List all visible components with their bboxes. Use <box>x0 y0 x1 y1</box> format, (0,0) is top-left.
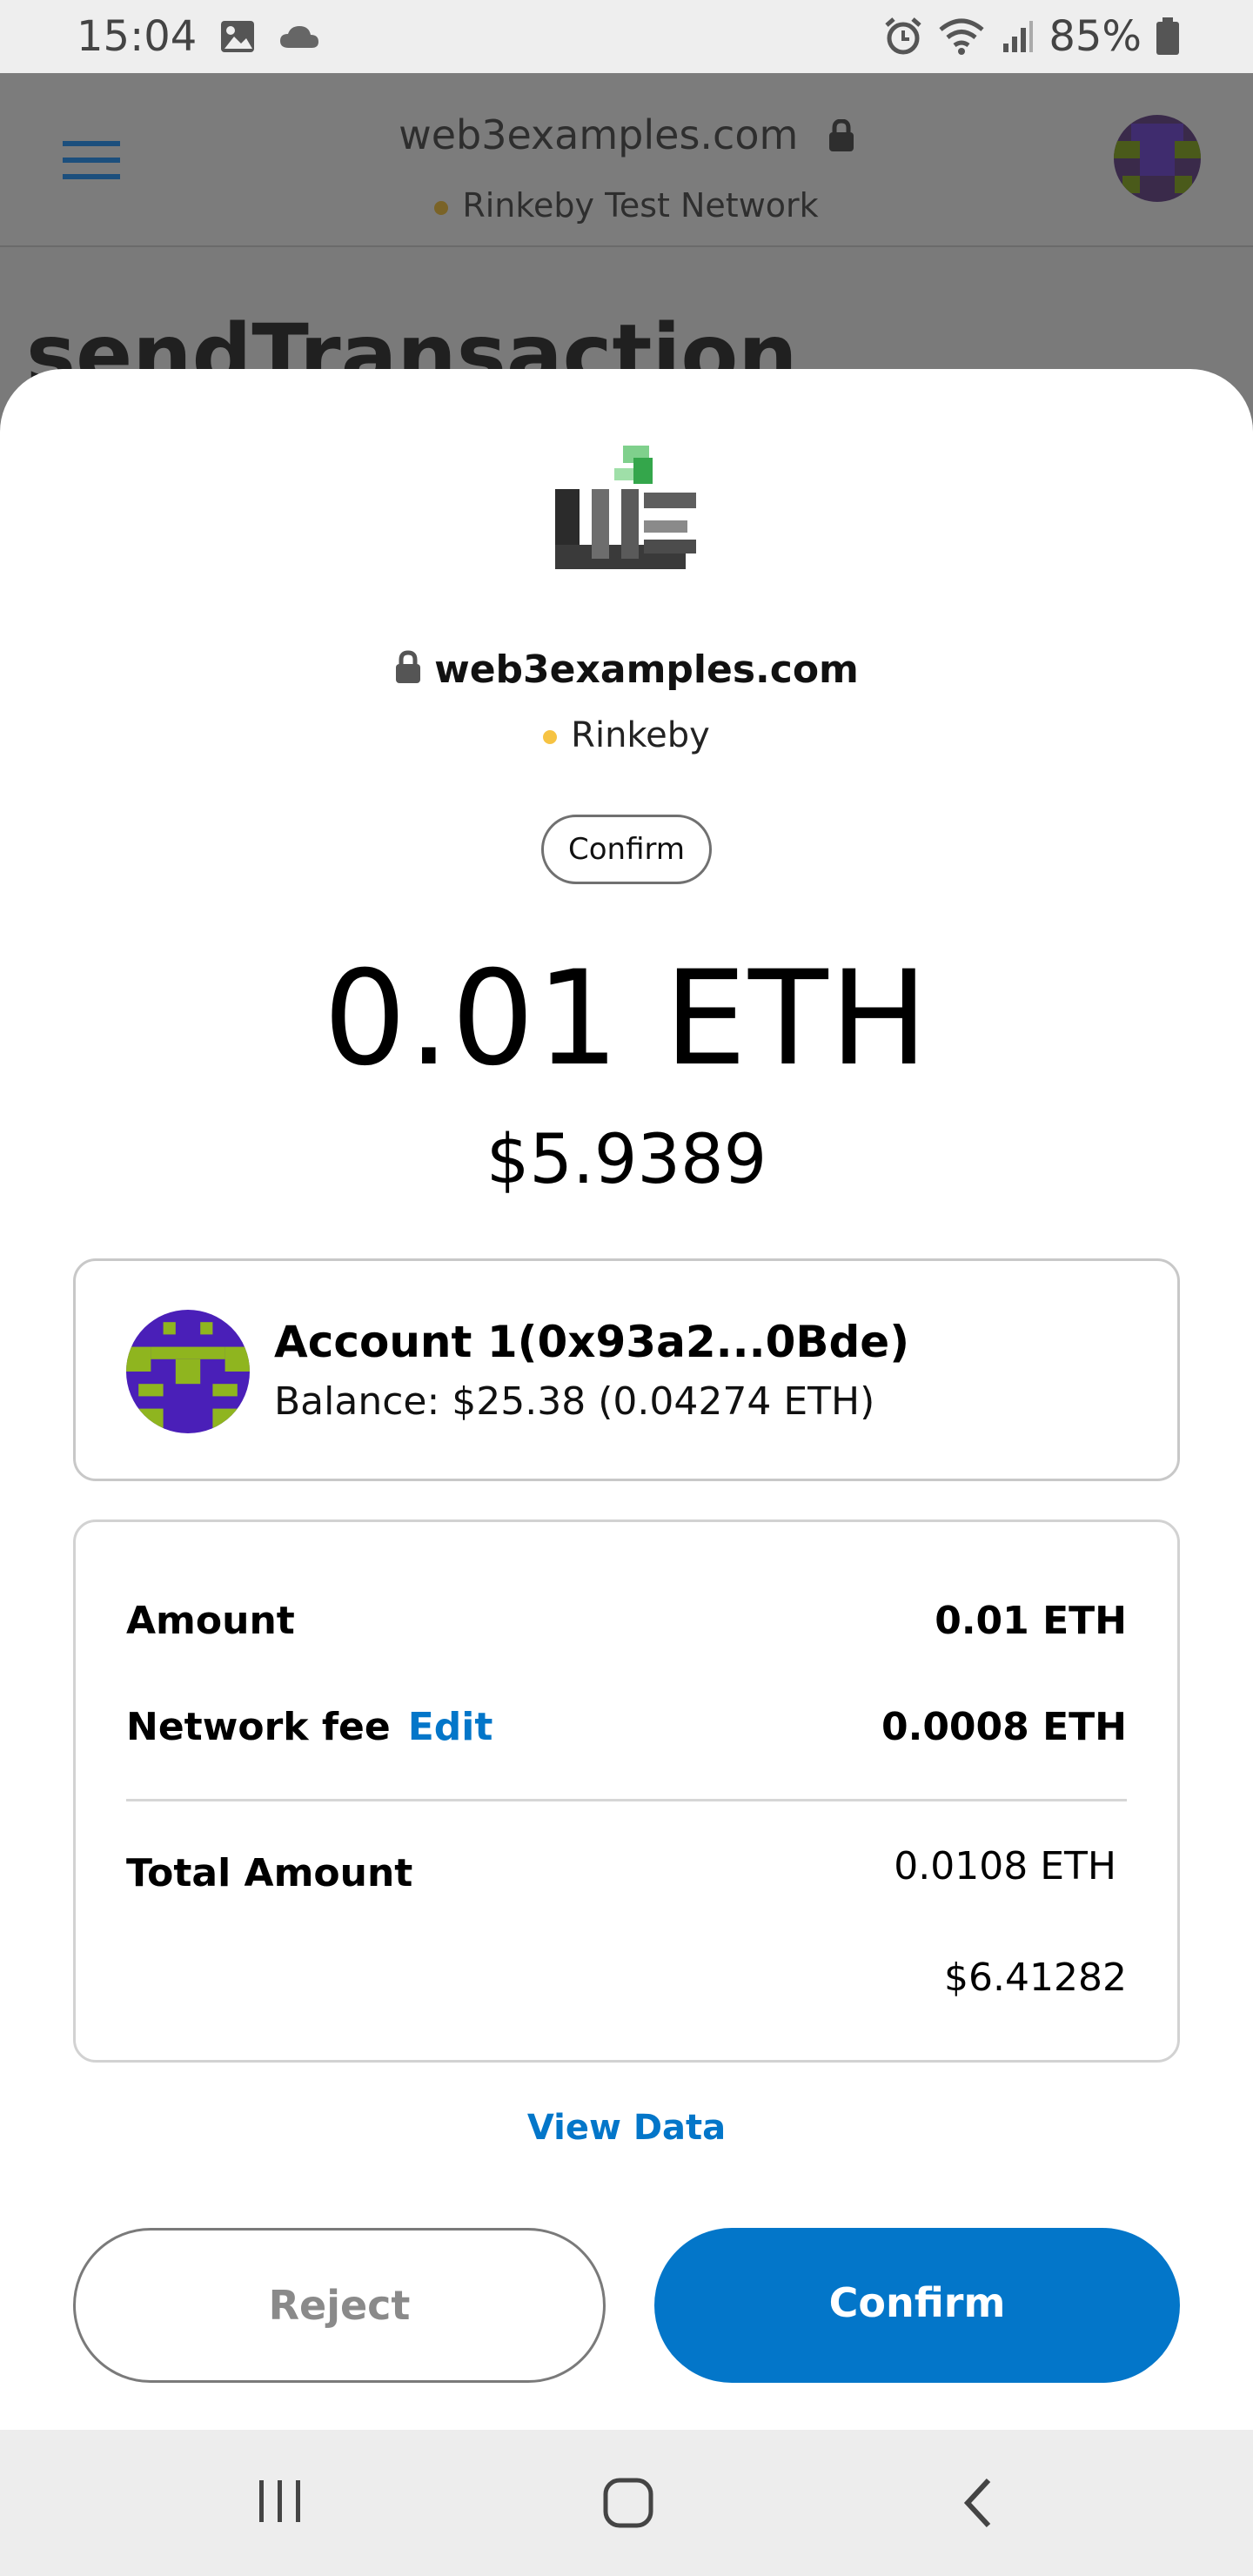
amount-label: Amount <box>126 1599 295 1643</box>
transaction-amount-fiat: $5.9389 <box>486 1121 767 1199</box>
reject-button[interactable]: Reject <box>73 2228 606 2383</box>
lock-icon <box>828 115 854 162</box>
account-name: Account 1(0x93a2...0Bde) <box>274 1317 910 1367</box>
status-bar: 15:04 85% <box>0 0 1253 73</box>
network-fee-value: 0.0008 ETH <box>881 1705 1127 1749</box>
account-avatar <box>126 1310 250 1433</box>
view-data-link[interactable]: View Data <box>0 2108 1253 2148</box>
alarm-icon <box>883 17 923 57</box>
url-text: web3examples.com <box>399 111 799 158</box>
chain-name: Rinkeby <box>571 715 710 755</box>
total-fiat: $6.41282 <box>944 1955 1127 2000</box>
transaction-amount: 0.01 ETH <box>323 943 930 1095</box>
system-nav-bar <box>0 2430 1253 2576</box>
network-dot-icon <box>434 200 449 215</box>
signal-icon <box>1000 19 1035 54</box>
network-name: Rinkeby Test Network <box>462 186 819 225</box>
edit-fee-link[interactable]: Edit <box>408 1705 493 1749</box>
wifi-icon <box>937 17 986 56</box>
browser-header: web3examples.com Rinkeby Test Network <box>0 73 1253 247</box>
confirm-button[interactable]: Confirm <box>654 2228 1180 2383</box>
account-card[interactable]: Account 1(0x93a2...0Bde) Balance: $25.38… <box>73 1258 1180 1481</box>
cloud-icon <box>278 23 320 50</box>
network-dot-icon <box>543 730 558 744</box>
network-fee-label: Network fee Edit <box>126 1705 492 1749</box>
battery-percent: 85% <box>1049 12 1142 61</box>
site-domain: web3examples.com <box>434 647 859 692</box>
home-icon[interactable] <box>602 2477 654 2532</box>
site-origin: web3examples.com <box>0 647 1253 694</box>
total-eth: 0.0108 ETH <box>894 1844 1116 1888</box>
image-icon <box>219 19 256 54</box>
url-bar[interactable]: web3examples.com <box>0 111 1253 162</box>
divider <box>126 1799 1127 1801</box>
amount-value: 0.01 ETH <box>935 1599 1127 1643</box>
action-type-pill: Confirm <box>541 815 712 884</box>
confirm-sheet: web3examples.com Rinkeby Confirm 0.01 ET… <box>0 369 1253 2430</box>
screen: 15:04 85% web3examples.com Rinkeby Test … <box>0 0 1253 2576</box>
back-icon[interactable] <box>961 2477 995 2532</box>
total-label: Total Amount <box>126 1851 413 1895</box>
transaction-summary: Amount 0.01 ETH Network fee Edit 0.0008 E… <box>73 1519 1180 2063</box>
status-time: 15:04 <box>77 12 198 61</box>
account-avatar[interactable] <box>1114 115 1201 202</box>
lock-icon <box>394 649 422 694</box>
account-balance: Balance: $25.38 (0.04274 ETH) <box>274 1379 875 1424</box>
site-logo <box>538 439 708 609</box>
battery-icon <box>1156 17 1180 56</box>
network-label: Rinkeby Test Network <box>0 186 1253 225</box>
network-fee-text: Network fee <box>126 1705 391 1749</box>
recent-apps-icon[interactable] <box>258 2477 303 2529</box>
chain-indicator: Rinkeby <box>0 715 1253 755</box>
